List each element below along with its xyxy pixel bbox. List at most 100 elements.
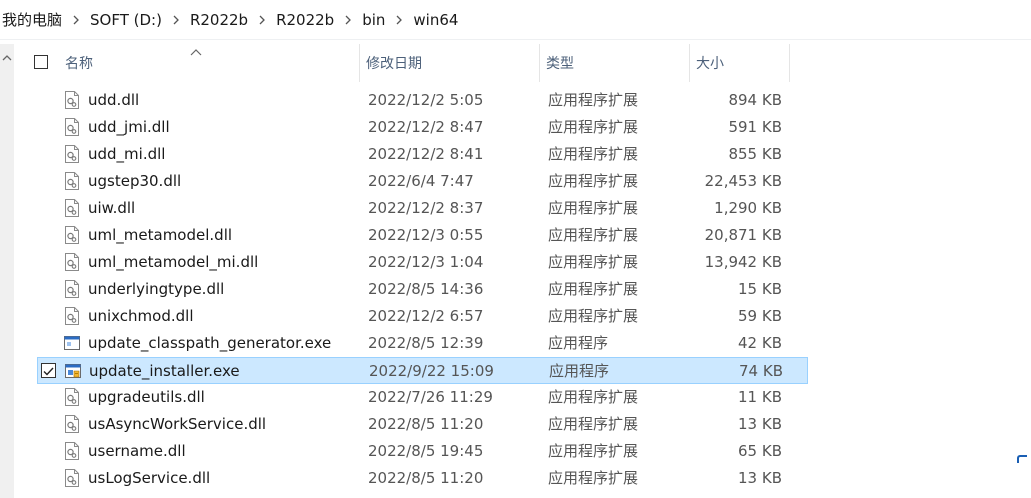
file-row[interactable]: udd.dll 2022/12/2 5:05 应用程序扩展 894 KB (37, 87, 808, 114)
chevron-right-icon (338, 10, 358, 30)
file-size: 591 KB (728, 118, 782, 136)
column-header-type-label: 类型 (546, 56, 574, 72)
dll-file-icon (64, 469, 80, 487)
breadcrumb-soft-drive[interactable]: SOFT (D:) (86, 9, 166, 31)
file-type: 应用程序扩展 (548, 415, 639, 433)
dll-file-icon (64, 388, 80, 406)
file-row[interactable]: underlyingtype.dll 2022/8/5 14:36 应用程序扩展… (37, 276, 808, 303)
dll-file-icon (64, 415, 80, 433)
file-name: usAsyncWorkService.dll (88, 415, 267, 433)
file-type: 应用程序扩展 (548, 91, 639, 109)
vertical-scrollbar[interactable] (0, 44, 14, 498)
file-row[interactable]: udd_mi.dll 2022/12/2 8:41 应用程序扩展 855 KB (37, 141, 808, 168)
file-size: 855 KB (728, 145, 782, 163)
file-name: usLogService.dll (88, 469, 211, 487)
file-type: 应用程序扩展 (548, 442, 639, 460)
column-header-name[interactable]: 名称 (59, 44, 360, 82)
file-type: 应用程序扩展 (548, 226, 639, 244)
chevron-right-icon (389, 10, 409, 30)
file-date: 2022/12/2 5:05 (368, 91, 484, 109)
file-row[interactable]: update_classpath_generator.exe 2022/8/5 … (37, 330, 808, 357)
chevron-right-icon (66, 10, 86, 30)
file-row[interactable]: username.dll 2022/8/5 19:45 应用程序扩展 65 KB (37, 438, 808, 465)
file-date: 2022/6/4 7:47 (368, 172, 474, 190)
file-name: uml_metamodel_mi.dll (88, 253, 259, 271)
dll-file-icon (64, 307, 80, 325)
file-type: 应用程序扩展 (548, 199, 639, 217)
file-name: udd.dll (88, 91, 140, 109)
file-type: 应用程序 (549, 362, 610, 380)
file-date: 2022/9/22 15:09 (369, 362, 494, 380)
file-date: 2022/12/2 8:47 (368, 118, 484, 136)
chevron-right-icon (166, 10, 186, 30)
dll-file-icon (64, 442, 80, 460)
breadcrumb-bin[interactable]: bin (358, 9, 389, 31)
file-type: 应用程序扩展 (548, 469, 639, 487)
row-checkbox[interactable] (41, 363, 56, 378)
file-size: 59 KB (738, 307, 782, 325)
file-size: 13 KB (738, 469, 782, 487)
file-row[interactable]: uml_metamodel_mi.dll 2022/12/3 1:04 应用程序… (37, 249, 808, 276)
file-date: 2022/12/3 1:04 (368, 253, 484, 271)
file-type: 应用程序扩展 (548, 280, 639, 298)
file-date: 2022/8/5 11:20 (368, 415, 484, 433)
file-row[interactable]: udd_jmi.dll 2022/12/2 8:47 应用程序扩展 591 KB (37, 114, 808, 141)
scroll-up-arrow-icon[interactable] (0, 50, 14, 64)
breadcrumb-win64[interactable]: win64 (409, 9, 462, 31)
file-list: udd.dll 2022/12/2 5:05 应用程序扩展 894 KB udd… (14, 87, 1031, 492)
file-date: 2022/12/2 8:37 (368, 199, 484, 217)
dll-file-icon (64, 280, 80, 298)
dll-file-icon (64, 226, 80, 244)
file-type: 应用程序扩展 (548, 172, 639, 190)
file-date: 2022/7/26 11:29 (368, 388, 493, 406)
file-row[interactable]: uml_metamodel.dll 2022/12/3 0:55 应用程序扩展 … (37, 222, 808, 249)
file-row[interactable]: upgradeutils.dll 2022/7/26 11:29 应用程序扩展 … (37, 384, 808, 411)
file-row[interactable]: ugstep30.dll 2022/6/4 7:47 应用程序扩展 22,453… (37, 168, 808, 195)
file-date: 2022/12/2 6:57 (368, 307, 484, 325)
file-row[interactable]: usLogService.dll 2022/8/5 11:20 应用程序扩展 1… (37, 465, 808, 492)
dll-file-icon (64, 199, 80, 217)
file-name: udd_mi.dll (88, 145, 166, 163)
file-name: underlyingtype.dll (88, 280, 225, 298)
column-header-date[interactable]: 修改日期 (360, 44, 540, 82)
file-size: 74 KB (739, 362, 783, 380)
file-date: 2022/8/5 12:39 (368, 334, 484, 352)
file-name: uiw.dll (88, 199, 136, 217)
dll-file-icon (64, 145, 80, 163)
file-size: 15 KB (738, 280, 782, 298)
breadcrumb-r2022b-outer[interactable]: R2022b (186, 9, 252, 31)
file-type: 应用程序 (548, 334, 609, 352)
file-type: 应用程序扩展 (548, 388, 639, 406)
select-all-checkbox[interactable] (34, 55, 48, 69)
file-type: 应用程序扩展 (548, 118, 639, 136)
file-name: uml_metamodel.dll (88, 226, 233, 244)
file-date: 2022/8/5 11:20 (368, 469, 484, 487)
file-type: 应用程序扩展 (548, 253, 639, 271)
file-name: username.dll (88, 442, 186, 460)
dll-file-icon (64, 172, 80, 190)
file-row[interactable]: update_installer.exe 2022/9/22 15:09 应用程… (37, 357, 808, 384)
file-name: upgradeutils.dll (88, 388, 205, 406)
file-date: 2022/12/2 8:41 (368, 145, 484, 163)
column-header-size[interactable]: 大小 (690, 44, 790, 82)
file-name: ugstep30.dll (88, 172, 182, 190)
file-type: 应用程序扩展 (548, 145, 639, 163)
chevron-right-icon (252, 10, 272, 30)
file-row[interactable]: uiw.dll 2022/12/2 8:37 应用程序扩展 1,290 KB (37, 195, 808, 222)
breadcrumb: 我的电脑 SOFT (D:) R2022b R2022b bin win64 (0, 0, 1031, 40)
file-row[interactable]: unixchmod.dll 2022/12/2 6:57 应用程序扩展 59 K… (37, 303, 808, 330)
dll-file-icon (64, 91, 80, 109)
file-explorer-window: 我的电脑 SOFT (D:) R2022b R2022b bin win64 名… (0, 0, 1031, 498)
breadcrumb-my-computer[interactable]: 我的电脑 (0, 7, 66, 32)
file-name: update_installer.exe (89, 362, 240, 380)
breadcrumb-r2022b-inner[interactable]: R2022b (272, 9, 338, 31)
file-date: 2022/8/5 19:45 (368, 442, 484, 460)
file-size: 13,942 KB (704, 253, 782, 271)
file-name: unixchmod.dll (88, 307, 194, 325)
file-row[interactable]: usAsyncWorkService.dll 2022/8/5 11:20 应用… (37, 411, 808, 438)
file-size: 22,453 KB (704, 172, 782, 190)
file-size: 42 KB (738, 334, 782, 352)
column-header-type[interactable]: 类型 (540, 44, 690, 82)
file-size: 11 KB (738, 388, 782, 406)
file-type: 应用程序扩展 (548, 307, 639, 325)
